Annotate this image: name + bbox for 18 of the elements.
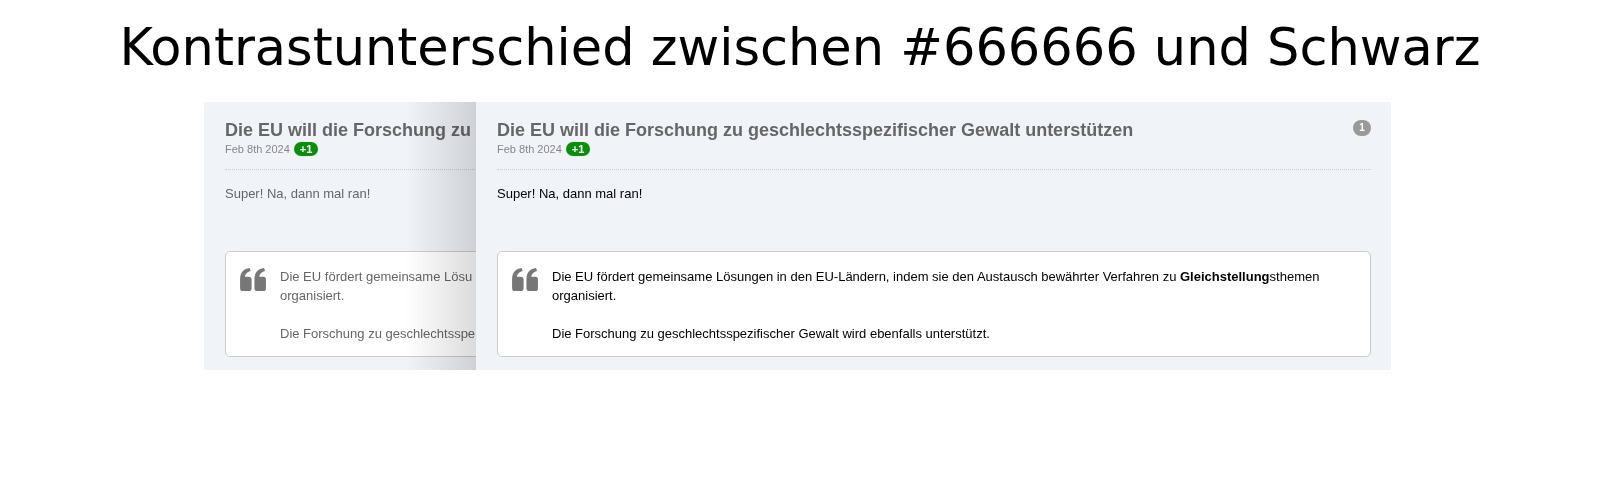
quote-text: Die Forschung zu geschlechtsspe [280, 325, 476, 343]
quote-text: organisiert. [552, 287, 618, 305]
vote-badge: +1 [293, 142, 319, 156]
quote-text: organisiert. [280, 287, 346, 305]
comment-text: Super! Na, dann mal ran! [225, 186, 372, 203]
quote-text: Die Forschung zu geschlechtsspezifischer Gewalt wird ebenfalls unterstützt. [552, 325, 991, 343]
quote-text: Die EU fördert gemeinsame Lösu [280, 268, 474, 286]
post-date: Feb 8th 2024 [225, 143, 290, 155]
comment-text: Super! Na, dann mal ran! [497, 186, 644, 203]
quote-icon [240, 268, 267, 291]
quote-icon [512, 268, 539, 291]
post-date: Feb 8th 2024 [497, 143, 562, 155]
page-heading: Kontrastunterschied zwischen #666666 und Schwarz [118, 17, 1482, 79]
vote-badge: +1 [565, 142, 591, 156]
post-title: Die EU will die Forschung zu geschlechtsspezifischer Gewalt unterstützen [497, 119, 1134, 141]
count-badge: 1 [1353, 120, 1371, 136]
quote-text: Die EU fördert gemeinsame Lösungen in den EU-Ländern, indem sie den Austausch bewährter Verfahren zu Gleichstellungsthemen [552, 268, 1320, 286]
post-title: Die EU will die Forschung zu [225, 119, 472, 141]
